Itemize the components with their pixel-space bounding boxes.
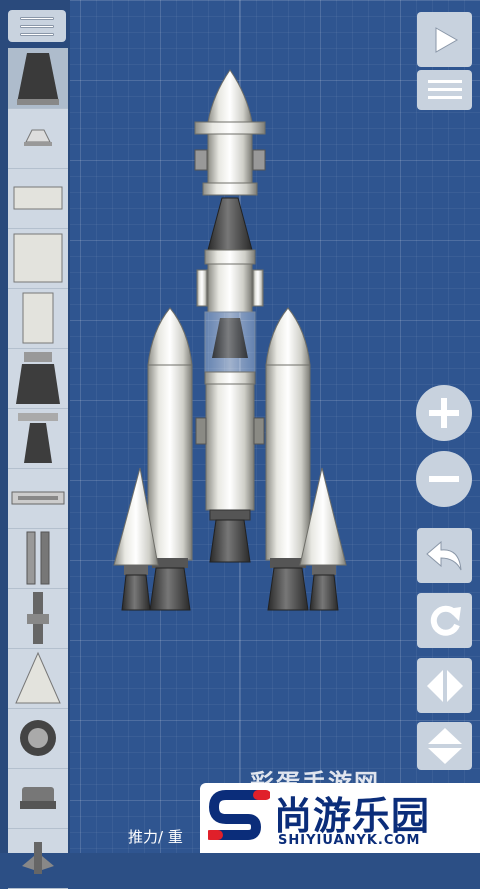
- small-cap-part[interactable]: [8, 108, 68, 169]
- flip-horizontal-icon: [426, 669, 463, 702]
- upper-stage-tank: [207, 263, 253, 313]
- right-booster-nose: [265, 307, 311, 366]
- undo-icon: [425, 540, 461, 570]
- capsule-nose-cone: [207, 69, 253, 123]
- rotate-icon: [430, 605, 461, 636]
- cone-part[interactable]: [8, 648, 68, 709]
- cap-part[interactable]: [8, 768, 68, 829]
- watermark-banner: 尚游乐园 SHIYIUANYK.COM: [200, 783, 480, 853]
- watermark-chinese-text: 尚游乐园: [274, 794, 431, 838]
- parachute-part[interactable]: [8, 588, 68, 649]
- wheel-part[interactable]: [8, 708, 68, 769]
- nose-cone-dark-part[interactable]: [8, 48, 68, 109]
- rotate-button[interactable]: [417, 593, 472, 648]
- list-icon: [427, 80, 462, 99]
- rocket-assembly[interactable]: [0, 0, 480, 853]
- separator-part[interactable]: [8, 468, 68, 529]
- right-booster-nozzle: [267, 567, 309, 611]
- upper-stage-cone: [207, 197, 253, 251]
- short-fuel-tank-part[interactable]: [8, 168, 68, 229]
- core-stage-tank: [205, 383, 255, 511]
- zoom-in-button[interactable]: [416, 385, 472, 441]
- hamburger-icon[interactable]: [8, 10, 66, 42]
- flip-vertical-icon: [427, 728, 462, 764]
- left-booster-nose: [147, 307, 193, 366]
- undo-button[interactable]: [417, 528, 472, 583]
- narrow-tank-part[interactable]: [8, 288, 68, 349]
- flip-vertical-button[interactable]: [417, 722, 472, 770]
- side-separator-part[interactable]: [8, 528, 68, 589]
- capsule-body: [207, 133, 253, 187]
- watermark-logo-icon: [208, 790, 270, 840]
- play-icon: [435, 26, 458, 53]
- left-booster-nozzle: [149, 567, 191, 611]
- zoom-out-button[interactable]: [416, 451, 472, 507]
- right-booster-body: [265, 364, 311, 561]
- fuel-tank-part[interactable]: [8, 228, 68, 289]
- engine-bell-part[interactable]: [8, 408, 68, 469]
- core-engine-nozzle: [209, 519, 251, 563]
- fin-part[interactable]: [8, 828, 68, 889]
- left-small-nozzle: [121, 574, 151, 611]
- parts-panel: [0, 0, 70, 889]
- engine-large-part[interactable]: [8, 348, 68, 409]
- capsule-ring: [194, 121, 266, 135]
- flip-horizontal-button[interactable]: [417, 658, 472, 713]
- plus-icon: [429, 398, 459, 428]
- thrust-weight-label: 推力/ 重: [128, 828, 183, 846]
- right-small-nozzle: [309, 574, 339, 611]
- minus-icon: [429, 476, 459, 482]
- watermark-english-text: SHIYIUANYK.COM: [278, 833, 421, 848]
- launch-button[interactable]: [417, 12, 472, 67]
- left-booster-body: [147, 364, 193, 561]
- parts-list: [8, 48, 68, 889]
- options-menu-button[interactable]: [417, 70, 472, 110]
